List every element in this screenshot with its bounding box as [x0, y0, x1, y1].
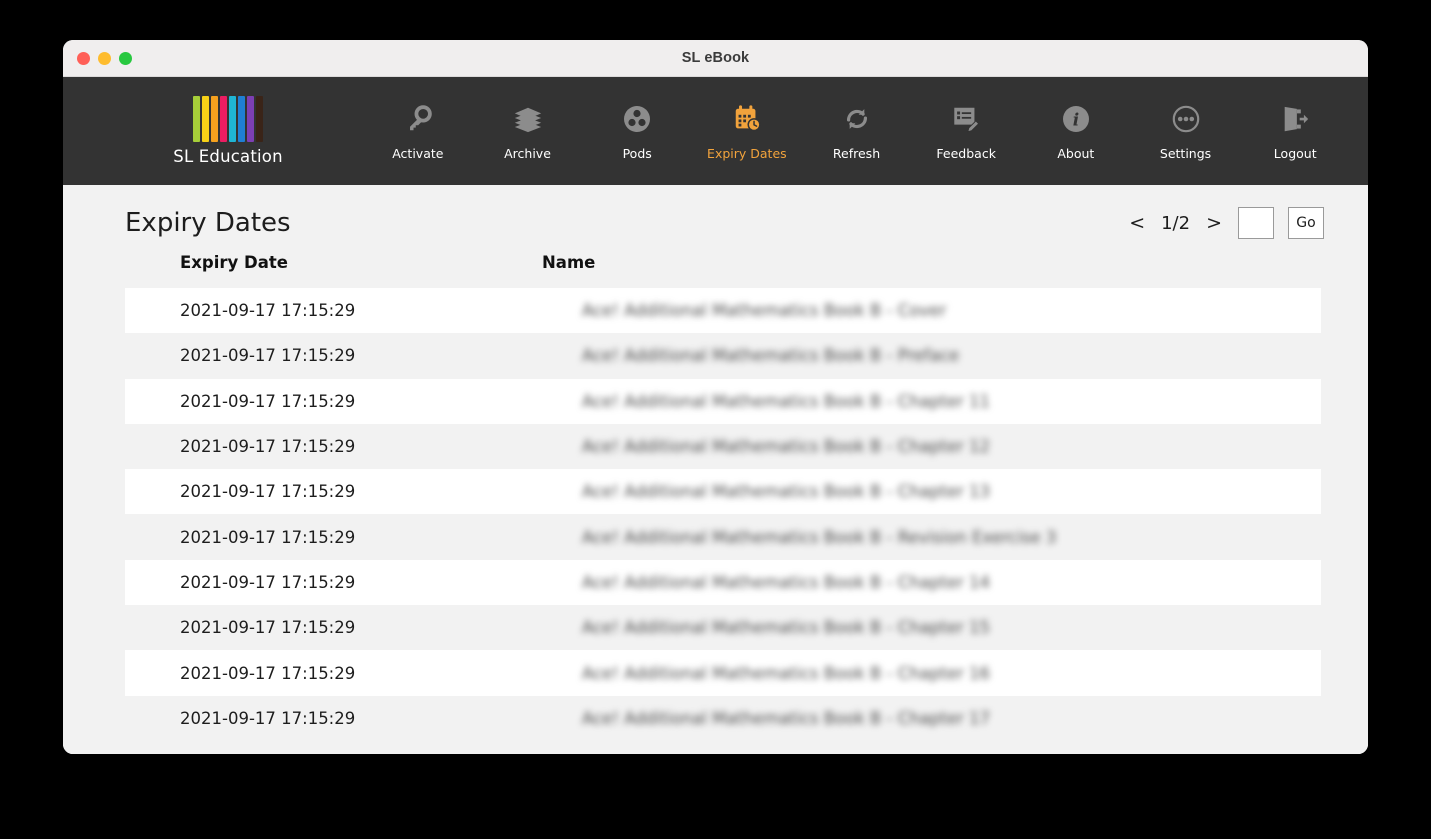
- feedback-icon: [951, 102, 981, 136]
- nav-item-pods[interactable]: Pods: [582, 102, 692, 161]
- logo-bars-icon: [193, 96, 263, 142]
- table-row[interactable]: 2021-09-17 17:15:29 Ace! Additional Mathe…: [125, 695, 1321, 741]
- nav-label-activate: Activate: [392, 145, 444, 161]
- page-content: Expiry Dates < 1/2 > Go Expiry Date Name…: [63, 185, 1368, 754]
- cell-expiry-date: 2021-09-17 17:15:29: [180, 437, 356, 457]
- nav-label-archive: Archive: [504, 145, 551, 161]
- nav-label-pods: Pods: [622, 145, 652, 161]
- nav-label-about: About: [1057, 145, 1095, 161]
- cell-name: Ace! Additional Mathematics Book B - Cha…: [582, 663, 991, 683]
- calendar-clock-icon: [732, 102, 762, 136]
- nav-item-settings[interactable]: Settings: [1131, 102, 1241, 161]
- cell-expiry-date: 2021-09-17 17:15:29: [180, 482, 356, 502]
- brand-name: SL Education: [173, 147, 283, 166]
- table-row[interactable]: 2021-09-17 17:15:29 Ace! Additional Mathe…: [125, 288, 1321, 334]
- table-row[interactable]: 2021-09-17 17:15:29 Ace! Additional Mathe…: [125, 605, 1321, 651]
- nav-item-expiry-dates[interactable]: Expiry Dates: [692, 102, 802, 161]
- nav-item-about[interactable]: i About: [1021, 102, 1131, 161]
- cell-name: Ace! Additional Mathematics Book B - Cha…: [582, 618, 991, 638]
- cell-name: Ace! Additional Mathematics Book B - Cha…: [582, 482, 991, 502]
- cell-name: Ace! Additional Mathematics Book B - Cha…: [582, 437, 991, 457]
- nav-label-refresh: Refresh: [832, 145, 881, 161]
- next-page-button[interactable]: >: [1204, 212, 1224, 234]
- cell-expiry-date: 2021-09-17 17:15:29: [180, 618, 356, 638]
- nav-label-settings: Settings: [1159, 145, 1212, 161]
- desktop-background: SL eBook SL Education Activate Archive P…: [0, 0, 1431, 839]
- table-row[interactable]: 2021-09-17 17:15:29 Ace! Additional Mathe…: [125, 333, 1321, 379]
- cell-expiry-date: 2021-09-17 17:15:29: [180, 708, 356, 728]
- cell-name: Ace! Additional Mathematics Book B - Cov…: [582, 301, 947, 321]
- app-window: SL eBook SL Education Activate Archive P…: [63, 40, 1368, 754]
- refresh-icon: [842, 102, 872, 136]
- ellipsis-icon: [1172, 102, 1200, 136]
- nav-item-activate[interactable]: Activate: [363, 102, 473, 161]
- column-header-expiry-date: Expiry Date: [180, 253, 288, 272]
- window-titlebar: SL eBook: [63, 40, 1368, 77]
- nav-item-refresh[interactable]: Refresh: [802, 102, 912, 161]
- table-row[interactable]: 2021-09-17 17:15:29 Ace! Additional Mathe…: [125, 650, 1321, 696]
- table-body: 2021-09-17 17:15:29 Ace! Additional Mathe…: [85, 288, 1346, 741]
- nav-item-archive[interactable]: Archive: [473, 102, 583, 161]
- page-header: Expiry Dates < 1/2 > Go: [85, 185, 1346, 253]
- key-icon: [403, 102, 433, 136]
- expiry-dates-table: Expiry Date Name 2021-09-17 17:15:29 Ace!…: [85, 253, 1346, 741]
- nav-label-feedback: Feedback: [936, 145, 996, 161]
- books-icon: [512, 102, 544, 136]
- cell-name: Ace! Additional Mathematics Book B - Cha…: [582, 572, 991, 592]
- column-header-name: Name: [542, 253, 596, 272]
- prev-page-button[interactable]: <: [1127, 212, 1147, 234]
- brand-logo: SL Education: [168, 96, 288, 166]
- pods-icon: [623, 102, 651, 136]
- cell-name: Ace! Additional Mathematics Book B - Pre…: [582, 346, 960, 366]
- logout-icon: [1280, 102, 1310, 136]
- table-row[interactable]: 2021-09-17 17:15:29 Ace! Additional Mathe…: [125, 514, 1321, 560]
- table-header-row: Expiry Date Name: [85, 253, 1346, 288]
- cell-expiry-date: 2021-09-17 17:15:29: [180, 346, 356, 366]
- navbar-items: Activate Archive Pods Expiry Dates Refre…: [363, 102, 1350, 161]
- nav-item-logout[interactable]: Logout: [1240, 102, 1350, 161]
- cell-expiry-date: 2021-09-17 17:15:29: [180, 572, 356, 592]
- nav-label-logout: Logout: [1273, 145, 1317, 161]
- cell-expiry-date: 2021-09-17 17:15:29: [180, 391, 356, 411]
- cell-name: Ace! Additional Mathematics Book B - Rev…: [582, 527, 1057, 547]
- nav-label-expiry-dates: Expiry Dates: [707, 145, 787, 161]
- cell-name: Ace! Additional Mathematics Book B - Cha…: [582, 391, 991, 411]
- table-row[interactable]: 2021-09-17 17:15:29 Ace! Additional Mathe…: [125, 469, 1321, 515]
- table-row[interactable]: 2021-09-17 17:15:29 Ace! Additional Mathe…: [125, 378, 1321, 424]
- window-title: SL eBook: [681, 50, 750, 66]
- go-button[interactable]: Go: [1288, 207, 1324, 239]
- page-indicator: 1/2: [1161, 212, 1191, 234]
- cell-expiry-date: 2021-09-17 17:15:29: [180, 301, 356, 321]
- nav-item-feedback[interactable]: Feedback: [911, 102, 1021, 161]
- cell-expiry-date: 2021-09-17 17:15:29: [180, 663, 356, 683]
- main-navbar: SL Education Activate Archive Pods Expir…: [63, 77, 1368, 185]
- pagination-controls: < 1/2 > Go: [1127, 207, 1346, 239]
- table-row[interactable]: 2021-09-17 17:15:29 Ace! Additional Mathe…: [125, 423, 1321, 470]
- svg-text:i: i: [1073, 110, 1079, 130]
- cell-name: Ace! Additional Mathematics Book B - Cha…: [582, 708, 991, 728]
- cell-expiry-date: 2021-09-17 17:15:29: [180, 527, 356, 547]
- page-title: Expiry Dates: [125, 208, 291, 238]
- goto-page-input[interactable]: [1238, 207, 1274, 239]
- info-icon: i: [1062, 102, 1090, 136]
- table-row[interactable]: 2021-09-17 17:15:29 Ace! Additional Mathe…: [125, 559, 1321, 606]
